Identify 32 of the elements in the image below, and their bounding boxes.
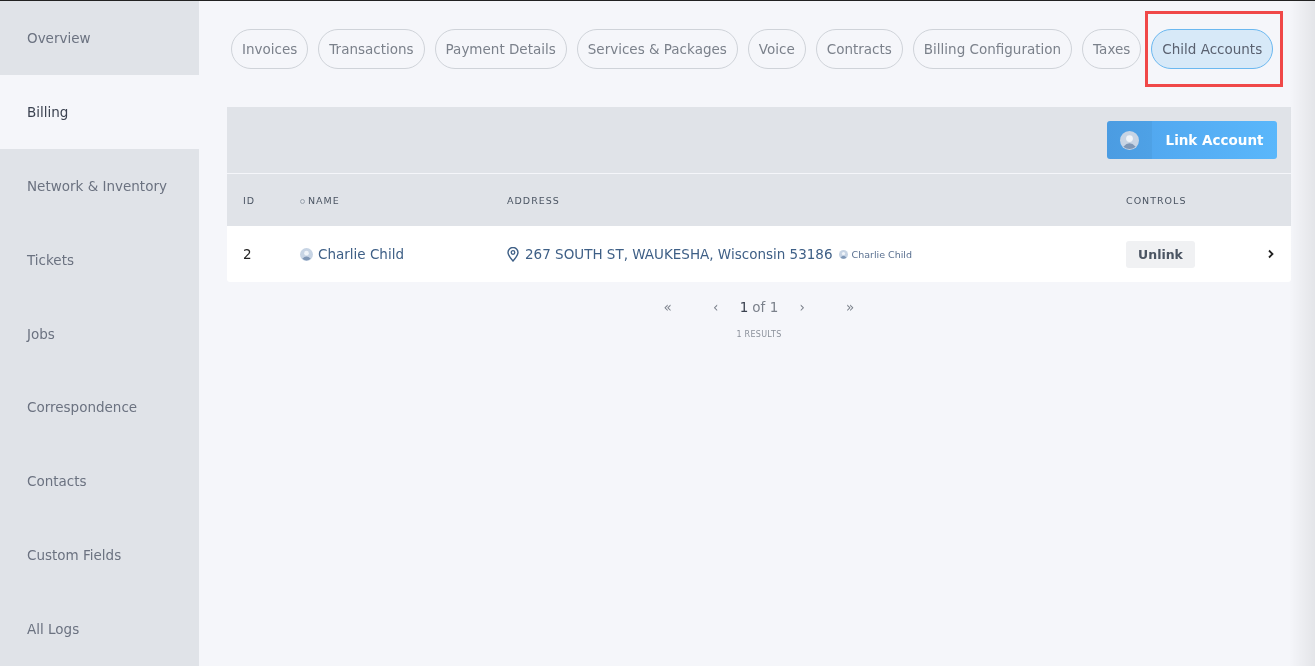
- sidebar-item[interactable]: Jobs: [0, 296, 199, 371]
- sidebar-item[interactable]: All Logs: [0, 592, 199, 666]
- sidebar-item[interactable]: Overview: [0, 1, 199, 75]
- column-header: ID: [243, 194, 257, 206]
- owner-name: Charlie Child: [851, 248, 913, 260]
- column-header[interactable]: NAME: [300, 194, 507, 206]
- id-cell-text: 2: [243, 246, 253, 262]
- sidebar-item[interactable]: Contacts: [0, 444, 199, 519]
- link-account-button[interactable]: Link Account: [1107, 121, 1277, 159]
- sidebar-item[interactable]: Network & Inventory: [0, 148, 199, 223]
- column-header: CONTROLS: [1126, 194, 1188, 206]
- sidebar-item[interactable]: Correspondence: [0, 370, 199, 445]
- avatar-icon: [300, 247, 313, 261]
- current-page: 1: [739, 299, 749, 315]
- user-icon: [1120, 130, 1139, 150]
- address-link[interactable]: 267 SOUTH ST, WAUKESHA, Wisconsin 53186: [525, 246, 833, 262]
- results-count: 1 RESULTS: [735, 330, 783, 339]
- next-page-button[interactable]: ›: [778, 298, 827, 316]
- avatar-icon: [838, 249, 848, 259]
- sidebar-item[interactable]: Tickets: [0, 222, 199, 297]
- previous-page-button[interactable]: ‹: [691, 298, 740, 316]
- sidebar-item[interactable]: Custom Fields: [0, 518, 199, 593]
- first-page-button[interactable]: «: [643, 298, 692, 316]
- page-total: of 1: [752, 299, 779, 315]
- tab[interactable]: Child Accounts: [1151, 29, 1274, 69]
- name-link[interactable]: Charlie Child: [318, 246, 404, 262]
- chevron-right-icon[interactable]: [1267, 249, 1275, 259]
- location-pin-icon: [507, 246, 519, 262]
- last-page-button[interactable]: »: [826, 298, 875, 316]
- column-header: ADDRESS: [507, 194, 561, 206]
- sidebar-item[interactable]: Billing: [0, 74, 199, 149]
- unlink-button[interactable]: Unlink: [1126, 240, 1195, 268]
